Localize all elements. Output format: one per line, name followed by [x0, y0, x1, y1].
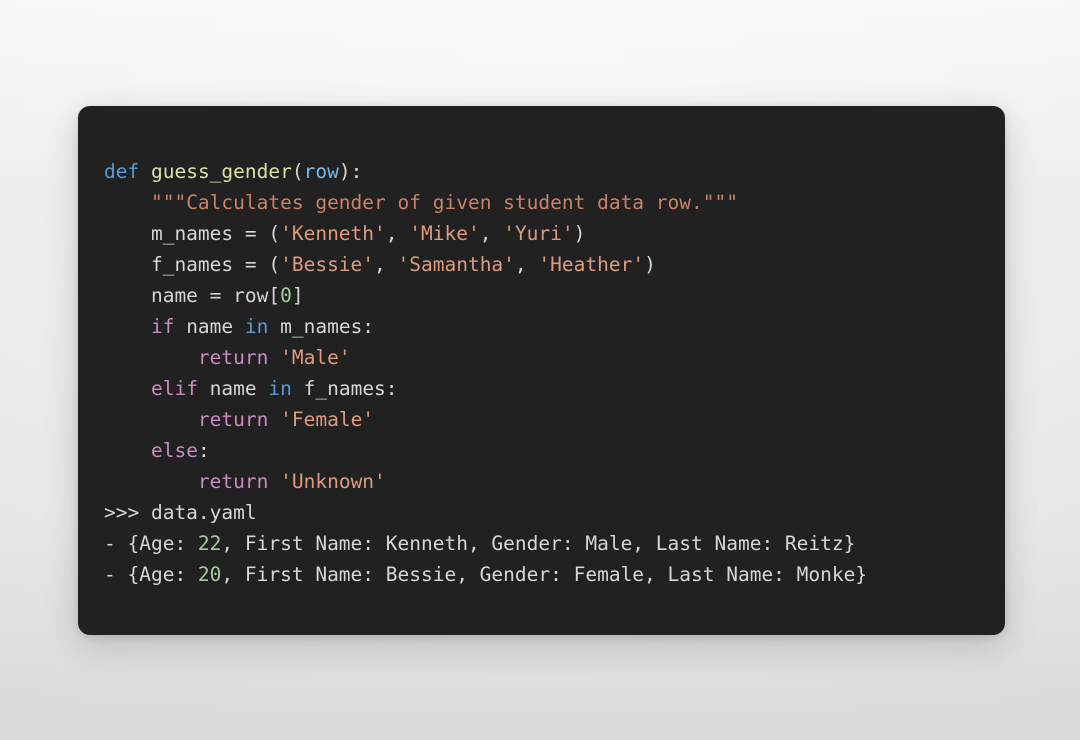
code-token: if	[150, 314, 175, 338]
code-line: name = row[0]	[104, 280, 993, 311]
code-token: ,	[479, 221, 504, 245]
code-line: return 'Female'	[104, 404, 993, 435]
code-token: in	[244, 314, 269, 338]
code-token: guess_gender	[150, 159, 292, 183]
code-token: f_names = (	[104, 252, 281, 276]
code-line: if name in m_names:	[104, 311, 993, 342]
code-token: - {Age:	[104, 562, 198, 586]
code-line: f_names = ('Bessie', 'Samantha', 'Heathe…	[104, 249, 993, 280]
code-token: ,	[374, 252, 398, 276]
code-token: ):	[338, 159, 363, 183]
code-token: >>> data.yaml	[104, 500, 257, 524]
code-token: )	[644, 252, 656, 276]
code-token: name = row[	[104, 283, 281, 307]
code-token: 20	[197, 562, 222, 586]
code-line: m_names = ('Kenneth', 'Mike', 'Yuri')	[104, 218, 993, 249]
code-token: ,	[514, 252, 539, 276]
code-token: ]	[291, 283, 304, 307]
code-token: :	[197, 438, 210, 462]
code-token: 'Kenneth'	[280, 221, 386, 245]
code-line: """Calculates gender of given student da…	[104, 187, 993, 218]
code-token: 'Unknown'	[280, 469, 386, 493]
code-token: , First Name: Bessie, Gender: Female, La…	[221, 562, 868, 586]
code-line: def guess_gender(row):	[104, 156, 993, 187]
code-token: 'Mike'	[409, 221, 480, 245]
code-token: 'Bessie'	[280, 252, 375, 276]
code-token: name	[174, 314, 245, 338]
code-token: else	[150, 438, 198, 462]
code-token: def	[104, 159, 140, 183]
code-line: else:	[104, 435, 993, 466]
code-line: elif name in f_names:	[104, 373, 993, 404]
code-token: m_names:	[268, 314, 375, 338]
code-token: (	[291, 159, 304, 183]
code-token: m_names = (	[104, 221, 281, 245]
code-token: 'Male'	[280, 345, 351, 369]
code-token: name	[197, 376, 269, 400]
code-token: 22	[197, 531, 222, 555]
code-token: return	[197, 407, 269, 431]
code-line: - {Age: 20, First Name: Bessie, Gender: …	[104, 559, 993, 590]
code-token: 'Female'	[280, 407, 375, 431]
code-token: 0	[280, 283, 292, 307]
code-token: row	[303, 159, 339, 183]
code-token: 'Heather'	[538, 252, 645, 276]
code-token: )	[573, 221, 586, 245]
code-token: , First Name: Kenneth, Gender: Male, Las…	[221, 531, 856, 555]
code-line: - {Age: 22, First Name: Kenneth, Gender:…	[104, 528, 993, 559]
code-token: f_names:	[291, 376, 398, 400]
code-snippet-card: def guess_gender(row): """Calculates gen…	[78, 106, 1005, 635]
code-token: """Calculates gender of given student da…	[150, 190, 738, 214]
code-token: in	[268, 376, 292, 400]
code-token: 'Yuri'	[503, 221, 574, 245]
code-token: ,	[385, 221, 410, 245]
code-token: - {Age:	[104, 531, 198, 555]
code-block[interactable]: def guess_gender(row): """Calculates gen…	[104, 156, 993, 590]
code-line: >>> data.yaml	[104, 497, 993, 528]
code-token: 'Samantha'	[397, 252, 515, 276]
code-line: return 'Unknown'	[104, 466, 993, 497]
code-token: return	[197, 469, 269, 493]
code-token: return	[197, 345, 269, 369]
code-line: return 'Male'	[104, 342, 993, 373]
code-token: elif	[150, 376, 198, 400]
screenshot-canvas: def guess_gender(row): """Calculates gen…	[0, 0, 1080, 740]
